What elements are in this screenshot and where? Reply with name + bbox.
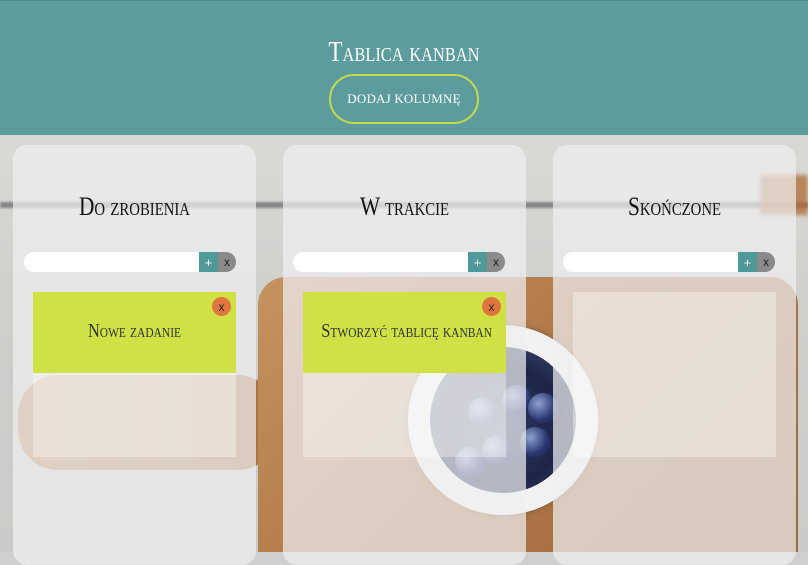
kanban-column-todo: Do zrobienia + x Nowe zadanie x [13, 145, 256, 565]
app-header: Tablica kanban DODAJ KOLUMNĘ [0, 0, 808, 135]
delete-card-button[interactable]: x [482, 297, 501, 316]
delete-column-button[interactable]: x [757, 252, 775, 272]
task-card[interactable]: Stworzyć tablicę kanban x [303, 292, 506, 373]
add-card-row: + x [24, 252, 236, 272]
add-column-button[interactable]: DODAJ KOLUMNĘ [329, 74, 479, 124]
add-card-button[interactable]: + [199, 252, 218, 272]
new-card-input[interactable] [563, 252, 749, 272]
card-list: Nowe zadanie x [33, 292, 236, 457]
new-card-input[interactable] [293, 252, 479, 272]
delete-column-button[interactable]: x [487, 252, 505, 272]
delete-card-button[interactable]: x [212, 297, 231, 316]
card-list: Stworzyć tablicę kanban x [303, 292, 506, 457]
add-card-button[interactable]: + [468, 252, 487, 272]
page-title: Tablica kanban [328, 37, 480, 68]
kanban-column-done: Skończone + x [553, 145, 796, 565]
add-card-button[interactable]: + [738, 252, 757, 272]
column-title: W trakcie [359, 192, 450, 221]
add-card-row: + x [563, 252, 775, 272]
card-list [573, 292, 776, 457]
kanban-column-in-progress: W trakcie + x Stworzyć tablicę kanban x [283, 145, 526, 565]
task-card-text: Nowe zadanie [87, 320, 182, 342]
delete-column-button[interactable]: x [218, 252, 236, 272]
new-card-input[interactable] [24, 252, 210, 272]
column-title: Skończone [627, 192, 722, 221]
task-card-text: Stworzyć tablicę kanban [321, 320, 493, 342]
task-card[interactable]: Nowe zadanie x [33, 292, 236, 373]
column-title: Do zrobienia [79, 192, 190, 221]
add-card-row: + x [293, 252, 505, 272]
